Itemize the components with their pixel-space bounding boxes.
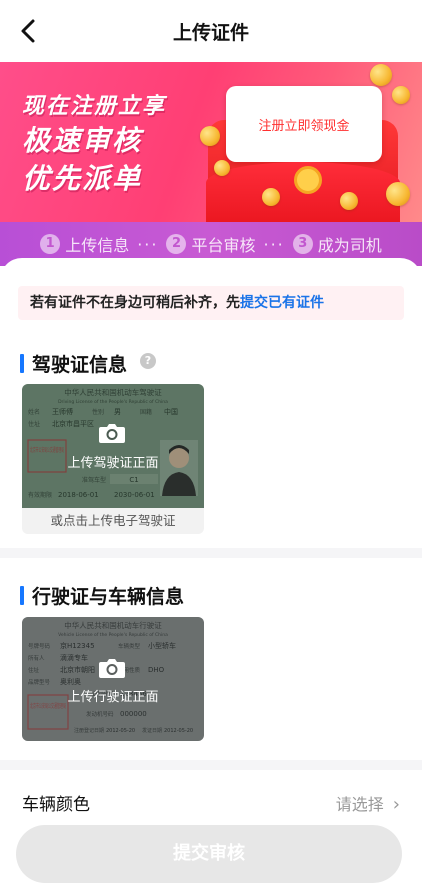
coin-icon — [262, 188, 280, 206]
notice-text: 若有证件不在身边可稍后补齐，先 — [30, 295, 240, 311]
camera-icon — [99, 659, 125, 678]
vehicle-color-row[interactable]: 车辆颜色 请选择 › — [0, 780, 422, 824]
step-3-number: 3 — [292, 234, 313, 254]
section-divider — [0, 548, 422, 558]
driver-license-upload[interactable]: 中华人民共和国机动车驾驶证 Driving License of the Peo… — [22, 384, 204, 534]
envelope-card: 注册立即领现金 — [226, 86, 382, 162]
vehicle-upload-text: 上传行驶证正面 — [67, 690, 159, 705]
vehicle-license-section-title: 行驶证与车辆信息 — [20, 582, 184, 609]
submit-review-button[interactable]: 提交审核 — [16, 825, 402, 883]
e-license-upload-link[interactable]: 或点击上传电子驾驶证 — [22, 508, 204, 534]
step-1-label: 上传信息 — [65, 236, 130, 255]
chevron-right-icon: › — [392, 794, 400, 815]
step-3-label: 成为司机 — [317, 236, 382, 255]
step-separator: ··· — [263, 234, 285, 254]
coin-icon — [386, 182, 410, 206]
coin-icon — [200, 126, 220, 146]
vehicle-color-select[interactable]: 请选择 › — [336, 791, 400, 815]
step-2-number: 2 — [166, 234, 187, 254]
envelope-card-text: 注册立即领现金 — [258, 119, 350, 134]
driver-license-section-title: 驾驶证信息 — [20, 350, 127, 377]
vehicle-license-sample-image: 中华人民共和国机动车行驶证 Vehicle License of the Peo… — [22, 617, 204, 741]
driver-license-sample-image: 中华人民共和国机动车驾驶证 Driving License of the Peo… — [22, 384, 204, 508]
envelope-seal-icon — [294, 166, 322, 194]
banner-slogan: 现在注册立享 极速审核 优先派单 — [22, 92, 166, 198]
driver-upload-text: 上传驾驶证正面 — [67, 456, 159, 471]
help-icon[interactable]: ? — [140, 353, 156, 369]
step-1-number: 1 — [40, 234, 61, 254]
page-title: 上传证件 — [172, 22, 249, 44]
banner-slogan-line3: 优先派单 — [22, 162, 143, 195]
coin-icon — [214, 160, 230, 176]
coin-icon — [392, 86, 410, 104]
vehicle-color-label: 车辆颜色 — [22, 795, 90, 815]
submit-existing-link[interactable]: 提交已有证件 — [240, 295, 324, 311]
nav-bar: 上传证件 — [0, 0, 422, 62]
step-2-label: 平台审核 — [191, 236, 256, 255]
notice-bar: 若有证件不在身边可稍后补齐，先提交已有证件 — [18, 286, 404, 320]
coin-icon — [340, 192, 358, 210]
section-divider — [0, 760, 422, 770]
coin-icon — [370, 64, 392, 86]
content-sheet — [0, 258, 422, 288]
step-separator: ··· — [137, 234, 159, 254]
banner-slogan-line1: 现在注册立享 — [22, 94, 167, 119]
vehicle-color-value: 请选择 — [335, 795, 384, 814]
camera-icon — [99, 424, 125, 443]
promo-banner[interactable]: 现在注册立享 极速审核 优先派单 注册立即领现金 — [0, 62, 422, 222]
vehicle-license-upload[interactable]: 中华人民共和国机动车行驶证 Vehicle License of the Peo… — [22, 617, 204, 741]
banner-slogan-line2: 极速审核 — [22, 124, 143, 157]
